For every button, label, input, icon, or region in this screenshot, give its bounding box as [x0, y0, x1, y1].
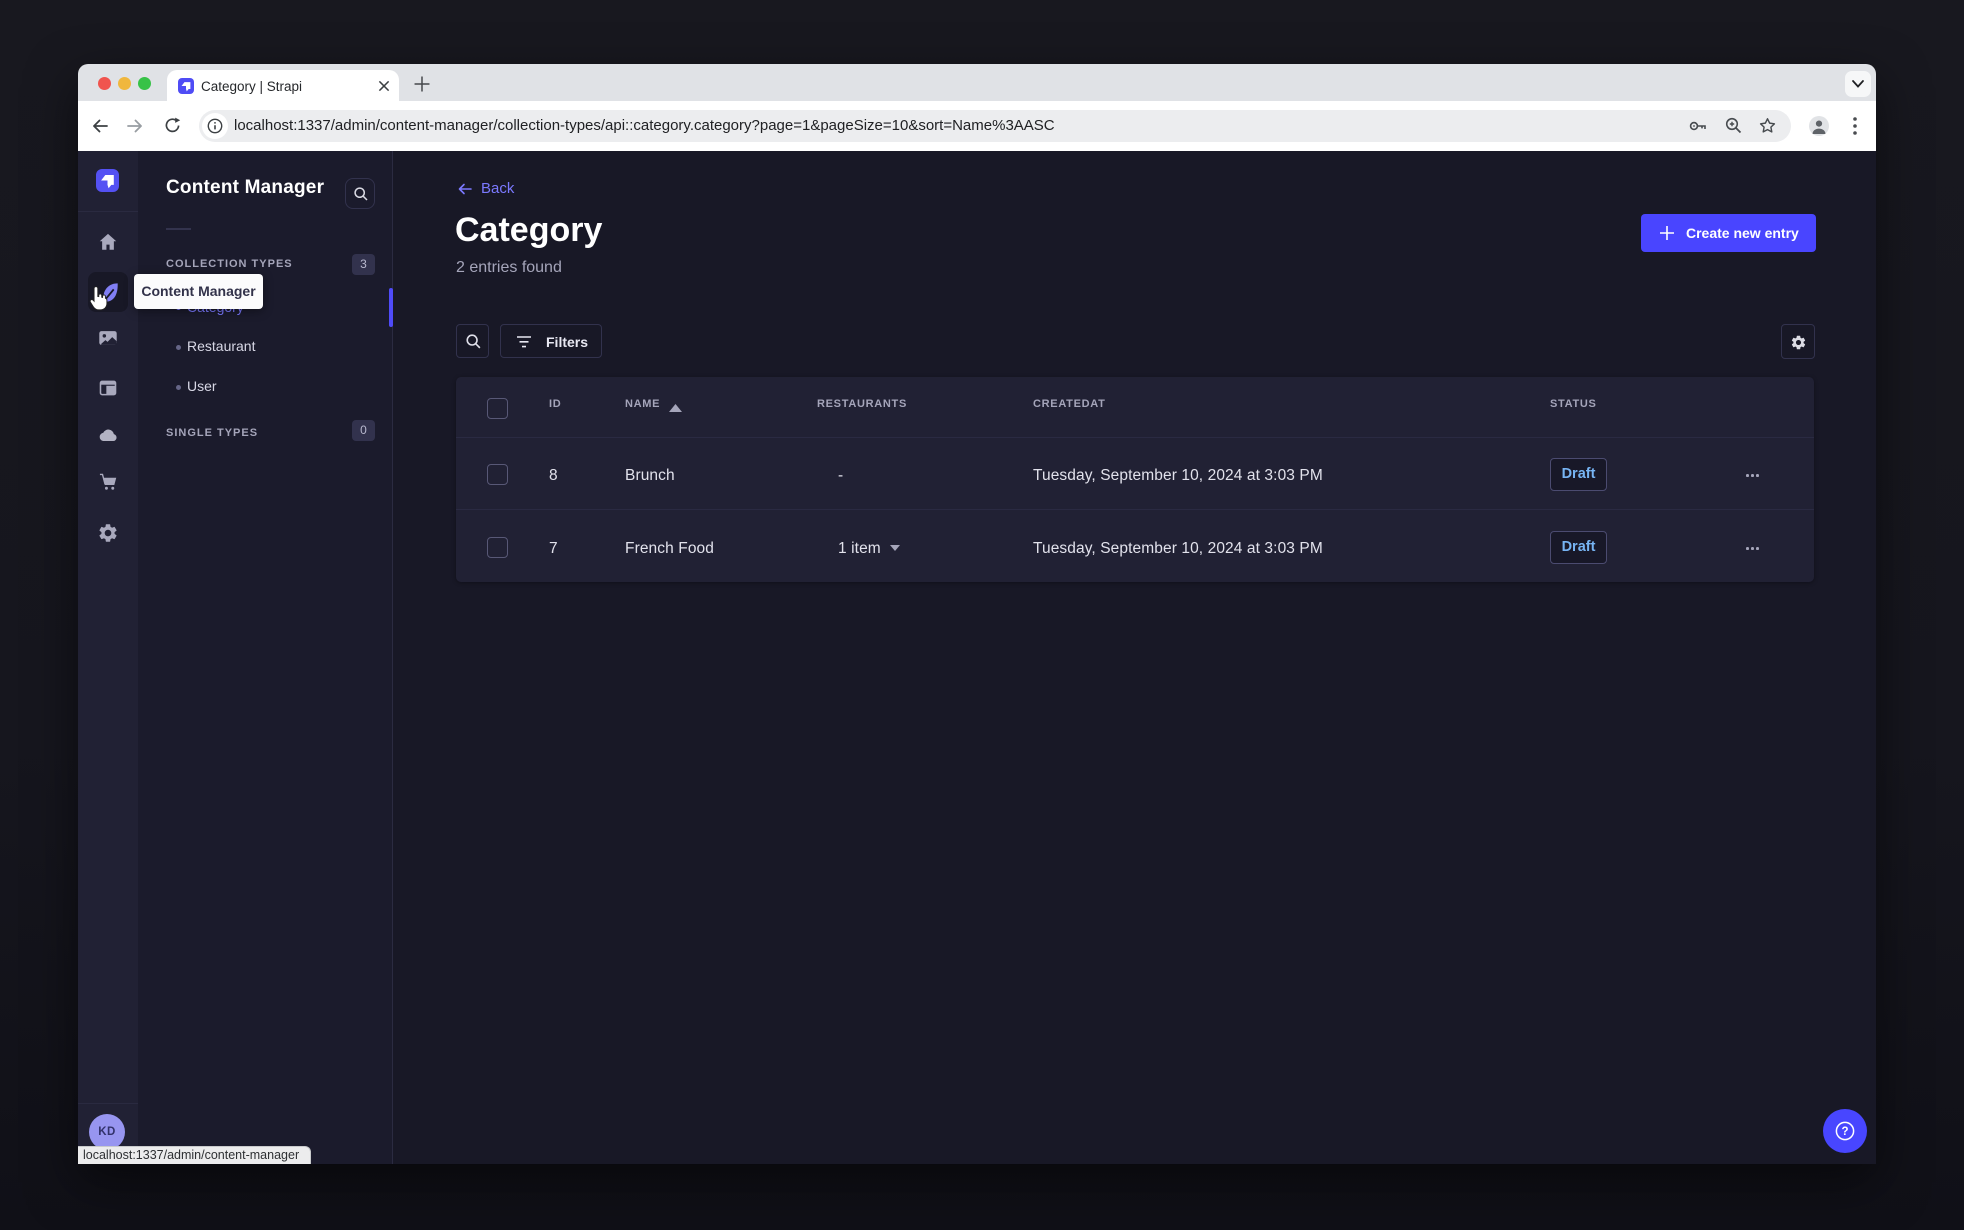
- svg-text:?: ?: [1841, 1126, 1848, 1138]
